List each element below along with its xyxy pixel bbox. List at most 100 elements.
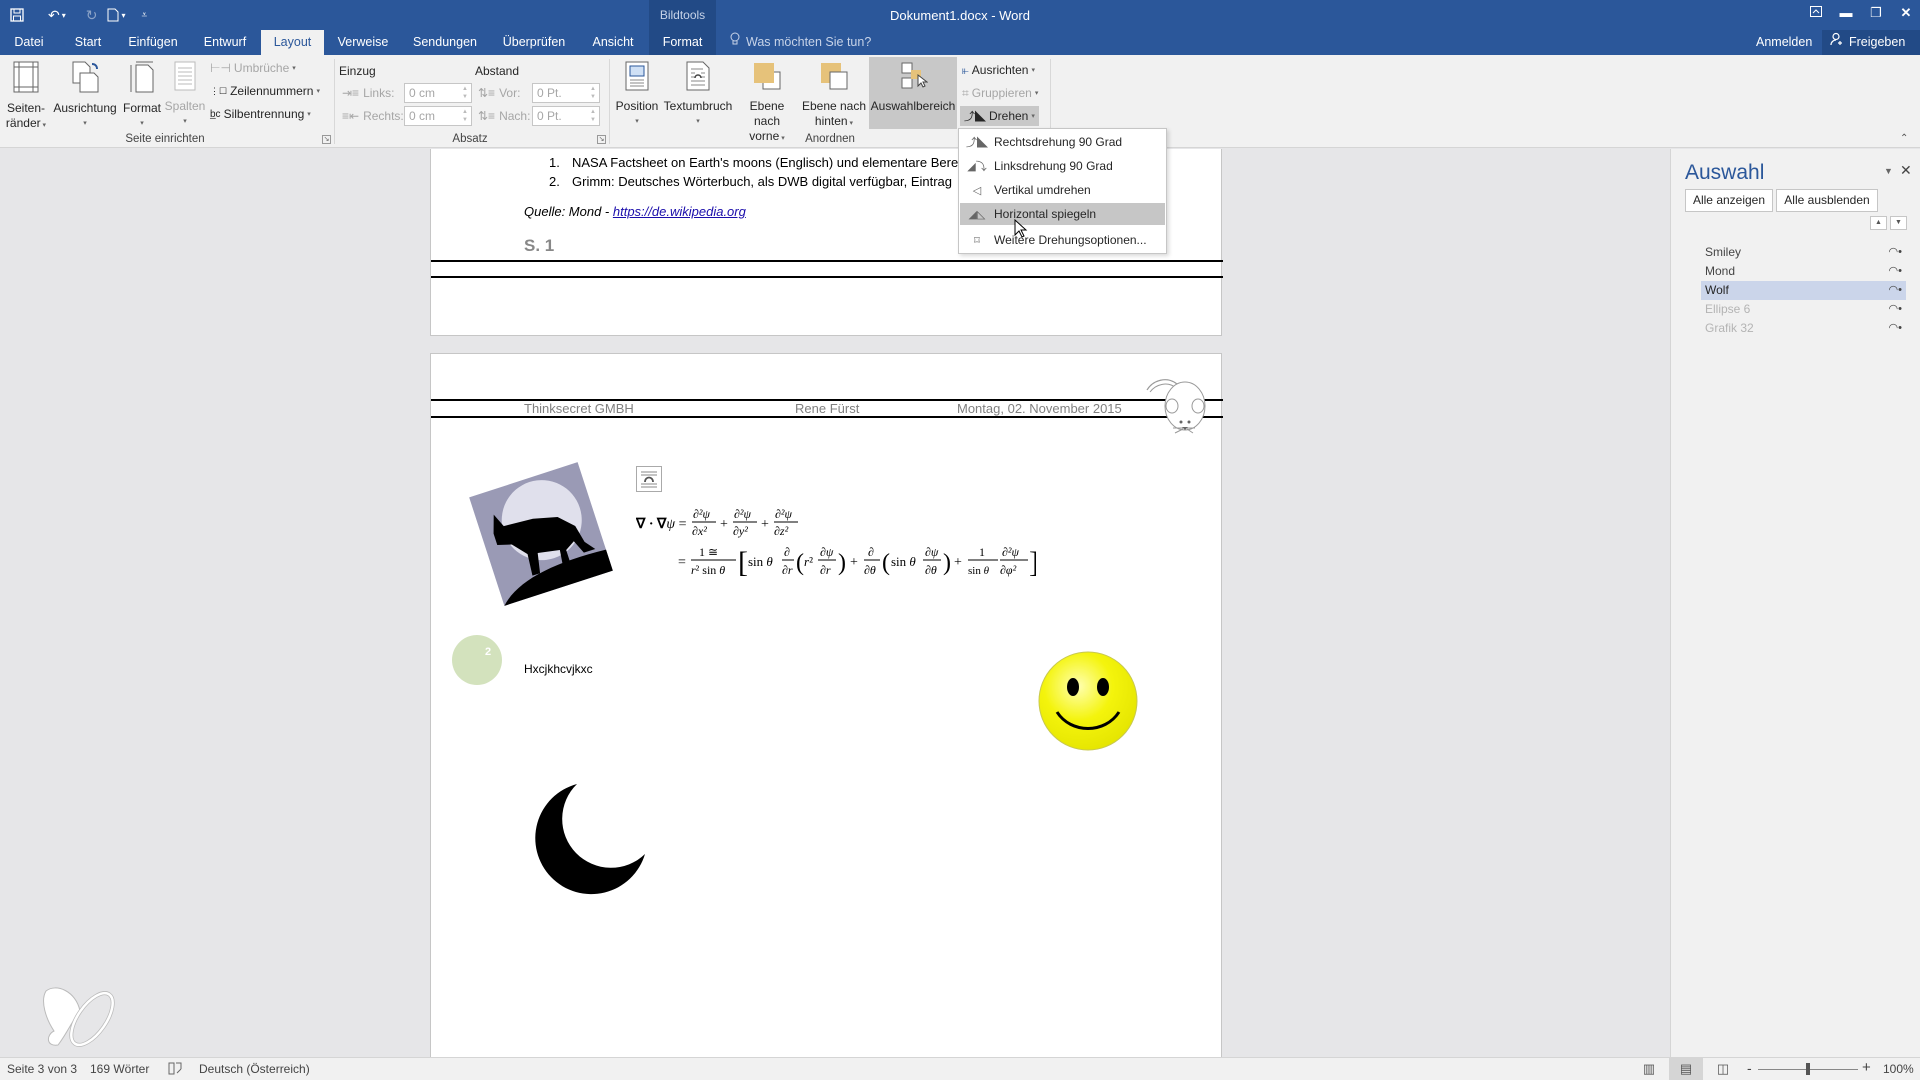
- sign-in-link[interactable]: Anmelden: [1756, 30, 1812, 55]
- tab-start[interactable]: Start: [64, 30, 112, 55]
- close-icon[interactable]: ✕: [1892, 2, 1920, 24]
- orientation-button[interactable]: Ausrichtung ▾: [50, 57, 120, 131]
- tab-entwurf[interactable]: Entwurf: [195, 30, 255, 55]
- hyphenation-button[interactable]: b̲c Silbentrennung ▾: [210, 104, 311, 124]
- status-bar: Seite 3 von 3 169 Wörter Deutsch (Österr…: [0, 1057, 1920, 1080]
- word-count[interactable]: 169 Wörter: [90, 1062, 149, 1076]
- share-button[interactable]: Freigeben: [1822, 30, 1920, 55]
- send-backward-button[interactable]: Ebene nach hinten ▾: [800, 57, 868, 131]
- spinner-arrows-icon[interactable]: ▲ ▼: [590, 108, 596, 124]
- page-size-icon: [121, 61, 163, 97]
- visibility-eye-icon[interactable]: ◠•: [1889, 243, 1902, 262]
- selection-pane-button[interactable]: Auswahlbereich: [869, 57, 957, 129]
- menu-item-rotate-right[interactable]: ⤴◣ Rechtsdrehung 90 Grad: [960, 131, 1165, 153]
- tab-layout[interactable]: Layout: [261, 30, 324, 55]
- wolf-picture[interactable]: [466, 459, 616, 609]
- spinner-arrows-icon[interactable]: ▲ ▼: [590, 85, 596, 101]
- menu-item-more-rotation-options[interactable]: ⌑ Weitere Drehungsoptionen...: [960, 229, 1165, 251]
- zoom-slider-thumb[interactable]: [1806, 1063, 1810, 1075]
- breaks-button[interactable]: ⊢⊣ Umbrüche ▾: [210, 58, 296, 78]
- rotate-button[interactable]: ⤴◣ Drehen ▾: [960, 106, 1039, 126]
- tab-sendungen[interactable]: Sendungen: [405, 30, 485, 55]
- tab-einfuegen[interactable]: Einfügen: [118, 30, 188, 55]
- indent-right-input[interactable]: 0 cm ▲ ▼: [404, 106, 472, 126]
- columns-label: Spalten: [164, 99, 206, 113]
- size-button[interactable]: Format ▾: [121, 57, 163, 131]
- move-down-icon[interactable]: ▼: [1890, 216, 1907, 230]
- send-backward-icon: [800, 61, 868, 95]
- visibility-eye-icon[interactable]: ◠•: [1889, 300, 1902, 319]
- menu-item-flip-horizontal[interactable]: ◢◺ Horizontal spiegeln: [960, 203, 1165, 225]
- zoom-out-button[interactable]: -: [1747, 1060, 1752, 1076]
- tell-me-search[interactable]: Was möchten Sie tun?: [730, 30, 871, 55]
- redo-icon[interactable]: ↻: [82, 7, 102, 24]
- ellipse-shape[interactable]: 2: [452, 635, 502, 685]
- spinner-arrows-icon[interactable]: ▲ ▼: [462, 85, 468, 101]
- page-setup-launcher-icon[interactable]: ↘: [322, 135, 331, 144]
- paragraph-launcher-icon[interactable]: ↘: [597, 135, 606, 144]
- new-document-icon[interactable]: ▾: [103, 8, 129, 22]
- indent-left-input[interactable]: 0 cm ▲ ▼: [404, 83, 472, 103]
- tab-ansicht[interactable]: Ansicht: [583, 30, 643, 55]
- visibility-eye-icon[interactable]: ◠•: [1889, 281, 1902, 300]
- save-icon[interactable]: [6, 8, 28, 22]
- zoom-in-button[interactable]: +: [1862, 1059, 1871, 1076]
- position-button[interactable]: Position ▾: [613, 57, 661, 129]
- undo-icon[interactable]: ↶ ▾: [44, 7, 70, 24]
- language[interactable]: Deutsch (Österreich): [199, 1062, 310, 1076]
- tab-verweise[interactable]: Verweise: [330, 30, 396, 55]
- moon-shape[interactable]: [529, 780, 649, 900]
- margins-button[interactable]: Seiten- ränder ▾: [4, 57, 48, 133]
- zoom-level[interactable]: 100%: [1883, 1062, 1914, 1076]
- document-area[interactable]: 1. NASA Factsheet on Earth's moons (Engl…: [0, 149, 1670, 1057]
- layout-options-button[interactable]: [636, 466, 662, 492]
- read-mode-icon[interactable]: ▥: [1632, 1058, 1666, 1080]
- selection-item-wolf[interactable]: Wolf ◠•: [1701, 281, 1906, 300]
- show-all-button[interactable]: Alle anzeigen: [1685, 189, 1773, 212]
- line-numbers-button[interactable]: ⋮☐ Zeilennummern ▾: [210, 81, 320, 101]
- page-3[interactable]: Thinksecret GMBH Rene Fürst Montag, 02. …: [430, 353, 1223, 1057]
- spacing-after-input[interactable]: 0 Pt. ▲ ▼: [532, 106, 600, 126]
- web-layout-icon[interactable]: ◫: [1706, 1058, 1740, 1080]
- menu-item-rotate-left[interactable]: ◢⤵ Linksdrehung 90 Grad: [960, 155, 1165, 177]
- wrap-text-icon: [662, 61, 734, 95]
- visibility-eye-icon[interactable]: ◠•: [1889, 262, 1902, 281]
- selection-item-grafik-32[interactable]: Grafik 32 ◠•: [1701, 319, 1906, 338]
- selection-item-ellipse-6[interactable]: Ellipse 6 ◠•: [1701, 300, 1906, 319]
- tab-format[interactable]: Format: [649, 30, 716, 55]
- hide-all-button[interactable]: Alle ausblenden: [1776, 189, 1878, 212]
- proofing-icon[interactable]: [168, 1062, 182, 1078]
- ribbon-display-options-icon[interactable]: [1802, 2, 1830, 24]
- smiley-shape[interactable]: [1037, 650, 1139, 752]
- pane-options-icon[interactable]: ▼: [1884, 166, 1893, 176]
- visibility-eye-icon[interactable]: ◠•: [1889, 319, 1902, 338]
- selection-item-smiley[interactable]: Smiley ◠•: [1701, 243, 1906, 262]
- mouse-header-graphic[interactable]: [1145, 372, 1217, 440]
- selection-pane-icon: [869, 61, 957, 95]
- close-pane-icon[interactable]: ✕: [1900, 162, 1912, 179]
- source-prefix: Quelle: Mond -: [524, 204, 613, 219]
- minimize-icon[interactable]: ▬: [1832, 2, 1860, 24]
- tab-datei[interactable]: Datei: [4, 30, 54, 55]
- customize-qat-icon[interactable]: ⩡: [138, 10, 152, 21]
- svg-text:=: =: [678, 555, 686, 570]
- chevron-down-icon: ▾: [1034, 90, 1039, 97]
- group-button[interactable]: ⌗ Gruppieren ▾: [962, 83, 1038, 103]
- columns-button[interactable]: Spalten ▾: [164, 57, 206, 129]
- restore-icon[interactable]: ❐: [1862, 2, 1890, 24]
- source-link[interactable]: https://de.wikipedia.org: [613, 204, 746, 219]
- tab-ueberpruefen[interactable]: Überprüfen: [494, 30, 574, 55]
- collapse-ribbon-icon[interactable]: ⌃: [1900, 133, 1908, 144]
- equation[interactable]: ∇ · ∇ψ = ∂²ψ ∂x² + ∂²ψ ∂y² + ∂²ψ ∂z² = 1 ≅ r…: [635, 502, 1039, 587]
- line-numbers-icon: ⋮☐: [210, 85, 228, 96]
- align-button[interactable]: ⫦ Ausrichten ▾: [962, 60, 1035, 80]
- print-layout-icon[interactable]: ▤: [1669, 1058, 1703, 1080]
- svg-text:1 ≅: 1 ≅: [699, 545, 718, 559]
- move-up-icon[interactable]: ▲: [1870, 216, 1887, 230]
- spacing-before-input[interactable]: 0 Pt. ▲ ▼: [532, 83, 600, 103]
- menu-item-flip-vertical[interactable]: ◁ Vertikal umdrehen: [960, 179, 1165, 201]
- page-count[interactable]: Seite 3 von 3: [7, 1062, 77, 1076]
- wrap-text-button[interactable]: Textumbruch ▾: [662, 57, 734, 129]
- spinner-arrows-icon[interactable]: ▲ ▼: [462, 108, 468, 124]
- selection-item-mond[interactable]: Mond ◠•: [1701, 262, 1906, 281]
